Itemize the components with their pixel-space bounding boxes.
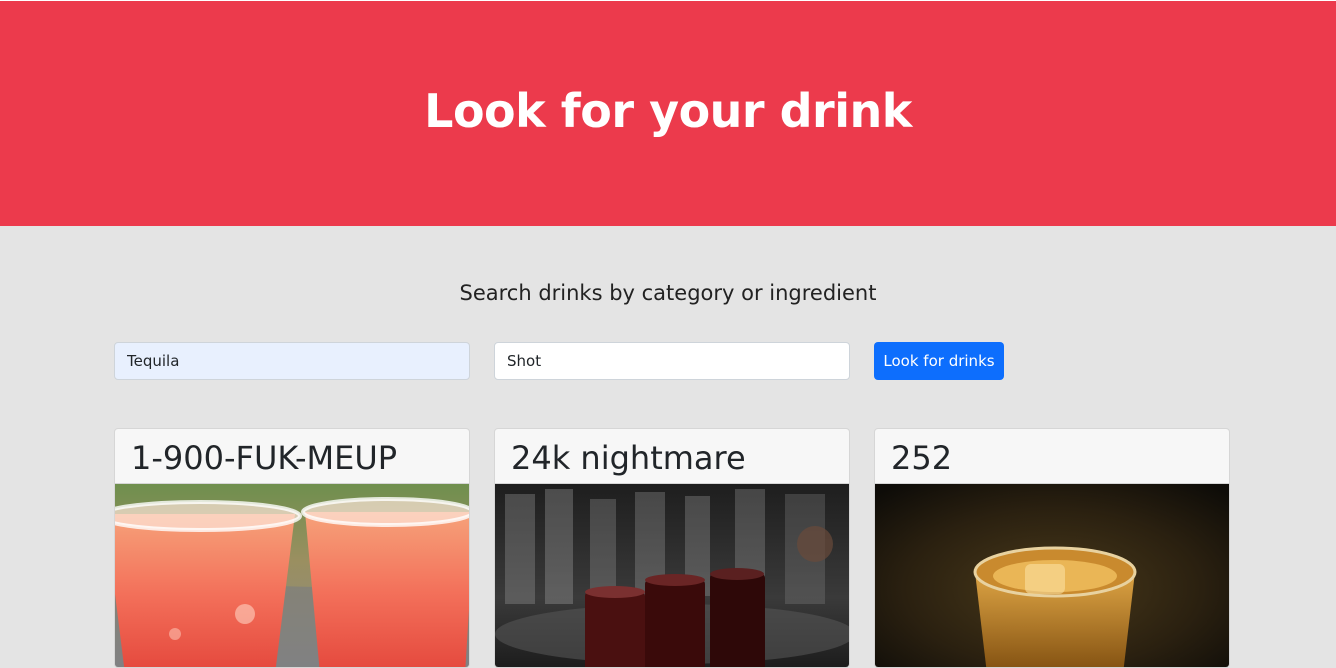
drink-name: 252	[891, 439, 953, 477]
category-input[interactable]	[494, 342, 850, 380]
ingredient-input[interactable]	[114, 342, 470, 380]
drink-image	[495, 484, 849, 667]
drink-image	[875, 484, 1229, 667]
drink-card-header: 1-900-FUK-MEUP	[115, 429, 469, 484]
look-for-drinks-button[interactable]: Look for drinks	[874, 342, 1004, 380]
search-subtitle: Search drinks by category or ingredient	[459, 281, 877, 305]
drink-card-header: 24k nightmare	[495, 429, 849, 484]
drink-image	[115, 484, 469, 667]
hero-banner: Look for your drink	[0, 0, 1336, 226]
drink-name: 1-900-FUK-MEUP	[131, 439, 398, 477]
drink-card[interactable]: 1-900-FUK-MEUP	[114, 428, 470, 668]
page-title: Look for your drink	[424, 84, 912, 138]
drink-card[interactable]: 252	[874, 428, 1230, 668]
drink-card[interactable]: 24k nightmare	[494, 428, 850, 668]
drink-card-header: 252	[875, 429, 1229, 484]
drink-name: 24k nightmare	[511, 439, 746, 477]
